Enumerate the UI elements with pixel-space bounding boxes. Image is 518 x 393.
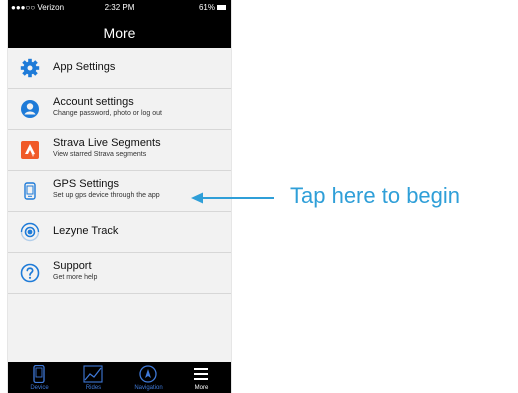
menu-item-subtitle: View starred Strava segments xyxy=(53,151,147,158)
rides-icon xyxy=(83,365,103,383)
callout-text: Tap here to begin xyxy=(290,183,461,208)
gear-icon xyxy=(20,58,40,78)
menu-item-support[interactable]: Support Get more help xyxy=(8,253,231,294)
menu-item-label: Lezyne Track xyxy=(53,225,119,237)
tab-rides[interactable]: Rides xyxy=(66,362,121,393)
tab-bar: Device Rides Navigation More xyxy=(8,362,231,393)
menu-item-label: App Settings xyxy=(53,61,116,73)
tab-label: More xyxy=(194,385,209,391)
tab-label: Device xyxy=(30,385,49,391)
tab-navigation[interactable]: Navigation xyxy=(121,362,176,393)
menu-item-subtitle: Set up gps device through the app xyxy=(53,192,160,199)
menu-item-subtitle: Get more help xyxy=(53,274,98,281)
menu-item-label: GPS Settings xyxy=(53,178,120,190)
tab-more[interactable]: More xyxy=(174,362,229,393)
menu-item-label: Strava Live Segments xyxy=(53,137,161,149)
tab-label: Rides xyxy=(85,385,102,391)
menu-item-lezyne-track[interactable]: Lezyne Track xyxy=(8,212,231,253)
nav-bar: More xyxy=(8,16,231,48)
status-bar: ●●●○○ Verizon 2:32 PM 61% xyxy=(8,0,231,16)
menu-item-strava-live-segments[interactable]: Strava Live Segments View starred Strava… xyxy=(8,130,231,171)
menu-list: App Settings Account settings Change pas… xyxy=(8,48,231,294)
track-broadcast-icon xyxy=(20,222,40,242)
status-time: 2:32 PM xyxy=(104,3,135,12)
more-icon xyxy=(194,368,208,380)
menu-item-account-settings[interactable]: Account settings Change password, photo … xyxy=(8,89,231,130)
gps-device-icon xyxy=(24,182,36,200)
arrow-left-icon xyxy=(191,192,274,204)
callout-annotation: Tap here to begin xyxy=(190,183,518,213)
menu-item-label: Support xyxy=(53,260,92,272)
battery-icon xyxy=(217,5,226,10)
battery-percent: 61% xyxy=(198,3,215,12)
help-icon xyxy=(20,263,40,283)
menu-item-label: Account settings xyxy=(53,96,134,108)
device-icon xyxy=(33,365,45,383)
menu-item-app-settings[interactable]: App Settings xyxy=(8,48,231,89)
page-title: More xyxy=(103,25,136,41)
user-icon xyxy=(21,100,39,118)
tab-label: Navigation xyxy=(134,385,163,391)
menu-item-subtitle: Change password, photo or log out xyxy=(53,110,162,117)
tab-device[interactable]: Device xyxy=(12,362,67,393)
navigation-icon xyxy=(139,365,157,383)
strava-icon xyxy=(21,141,39,159)
